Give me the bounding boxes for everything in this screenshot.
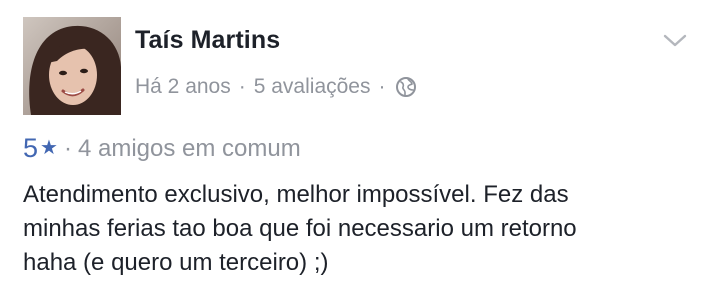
- avatar-photo: [23, 17, 121, 115]
- review-text: Atendimento exclusivo, melhor impossível…: [23, 178, 693, 280]
- review-meta: Há 2 anos · 5 avaliações ·: [135, 75, 417, 99]
- rating-line: 5 ★ · 4 amigos em comum: [23, 133, 301, 164]
- avatar[interactable]: [23, 17, 121, 115]
- review-text-line: minhas ferias tao boa que foi necessario…: [23, 215, 577, 242]
- review-text-line: haha (e quero um terceiro) ;): [23, 249, 329, 276]
- meta-separator: ·: [378, 75, 386, 98]
- reviews-count[interactable]: 5 avaliações: [254, 75, 371, 99]
- rating-value: 5: [23, 133, 39, 163]
- author-name[interactable]: Taís Martins: [135, 26, 280, 55]
- globe-icon: [395, 76, 417, 98]
- mutual-friends[interactable]: 4 amigos em comum: [78, 135, 301, 163]
- review-time[interactable]: Há 2 anos: [135, 75, 231, 99]
- rating-separator: ·: [63, 134, 72, 162]
- star-icon: ★: [40, 137, 58, 159]
- chevron-down-icon[interactable]: [662, 30, 688, 50]
- meta-separator: ·: [238, 75, 246, 98]
- review-card: Taís Martins Há 2 anos · 5 avaliações · …: [0, 0, 703, 285]
- review-text-line: Atendimento exclusivo, melhor impossível…: [23, 181, 569, 208]
